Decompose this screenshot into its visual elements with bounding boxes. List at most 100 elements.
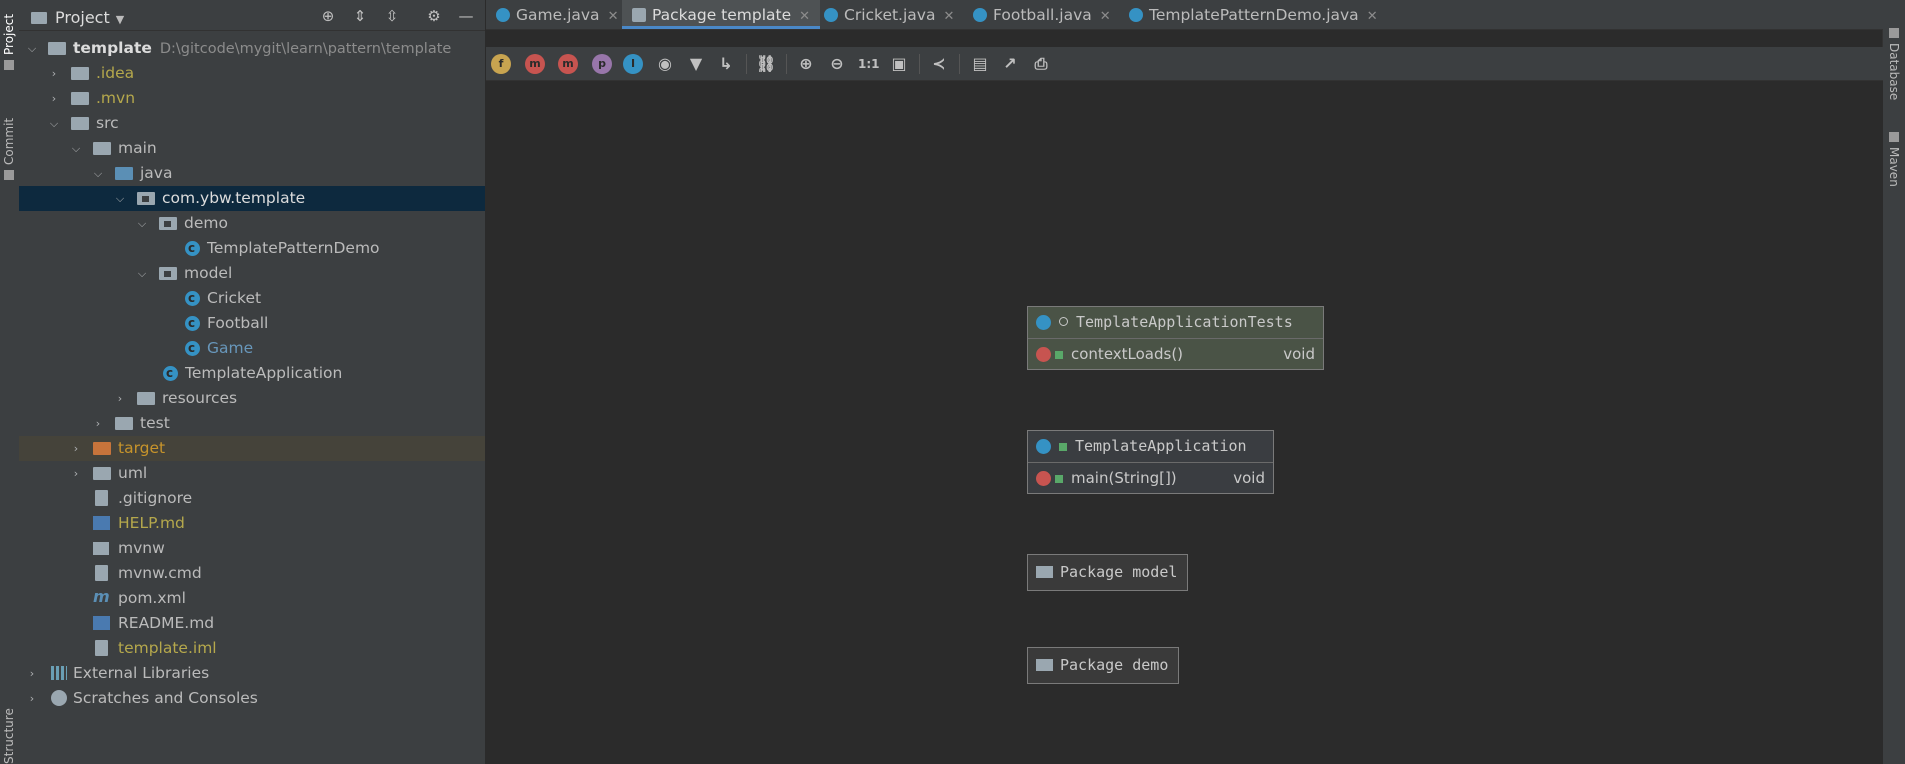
tree-item-resources[interactable]: › resources xyxy=(19,386,485,411)
diagram-canvas[interactable]: TemplateApplicationTests contextLoads() v… xyxy=(486,81,1883,764)
tree-item-templateapplication[interactable]: TemplateApplication xyxy=(19,361,485,386)
structure-tool-tab[interactable]: Structure xyxy=(2,708,16,764)
print-icon[interactable]: ⎙ xyxy=(1031,54,1051,74)
tree-item-main[interactable]: ⌵ main xyxy=(19,136,485,161)
chevron-down-icon[interactable]: ⌵ xyxy=(135,211,149,236)
chevron-right-icon[interactable]: › xyxy=(69,436,83,461)
close-icon[interactable]: ✕ xyxy=(943,9,954,24)
package-icon xyxy=(1036,659,1053,671)
methods-toggle[interactable]: m xyxy=(558,54,578,74)
tree-item-readme-md[interactable]: README.md xyxy=(19,611,485,636)
tree-item-football[interactable]: Football xyxy=(19,311,485,336)
tree-item-template-iml[interactable]: template.iml xyxy=(19,636,485,661)
properties-toggle[interactable]: p xyxy=(592,54,612,74)
tab-football-java[interactable]: Football.java ✕ xyxy=(973,0,1111,29)
source-folder-icon xyxy=(115,167,133,180)
tree-item-templatepatterndemo[interactable]: TemplatePatternDemo xyxy=(19,236,485,261)
layout-icon[interactable]: ≺ xyxy=(929,54,949,74)
actual-size-button[interactable]: 1:1 xyxy=(858,54,880,74)
chevron-down-icon[interactable]: ⌵ xyxy=(135,261,149,286)
constructors-toggle[interactable]: m xyxy=(525,54,545,74)
tree-item-mvn[interactable]: › .mvn xyxy=(19,86,485,111)
chevron-right-icon[interactable]: › xyxy=(69,461,83,486)
tree-item-scratches[interactable]: › Scratches and Consoles xyxy=(19,686,485,711)
chevron-right-icon[interactable]: › xyxy=(25,686,39,711)
tree-item-help-md[interactable]: HELP.md xyxy=(19,511,485,536)
database-tool-tab[interactable]: Database xyxy=(1887,28,1901,100)
tree-item-external-libraries[interactable]: › External Libraries xyxy=(19,661,485,686)
class-icon xyxy=(824,8,838,22)
maven-tool-tab[interactable]: Maven xyxy=(1887,132,1901,187)
tree-item-game[interactable]: Game xyxy=(19,336,485,361)
export-icon[interactable]: ↗ xyxy=(1000,54,1020,74)
collapse-all-icon[interactable]: ⇳ xyxy=(382,6,402,26)
tree-item-target[interactable]: › target xyxy=(19,436,485,461)
method-row[interactable]: main(String[]) void xyxy=(1028,463,1273,493)
close-icon[interactable]: ✕ xyxy=(799,9,810,24)
markdown-file-icon xyxy=(93,616,110,630)
toolbar-separator xyxy=(746,54,747,74)
folder-icon xyxy=(71,92,89,105)
package-node-model[interactable]: Package model xyxy=(1027,554,1189,591)
tree-item-mvnw[interactable]: mvnw xyxy=(19,536,485,561)
project-tool-tab[interactable]: Project xyxy=(2,14,16,70)
chevron-right-icon[interactable]: › xyxy=(47,61,61,86)
tree-item-cricket[interactable]: Cricket xyxy=(19,286,485,311)
commit-tool-tab[interactable]: Commit xyxy=(2,118,16,180)
zoom-out-icon[interactable]: ⊖ xyxy=(827,54,847,74)
diagram-toolbar: f m m p I ◉ ▼ ↳ ⛓ ⊕ ⊖ 1:1 ▣ ≺ ▤ ↗ ⎙ xyxy=(486,47,1883,81)
tree-item-uml[interactable]: › uml xyxy=(19,461,485,486)
filter-icon[interactable]: ▼ xyxy=(686,54,706,74)
zoom-in-icon[interactable]: ⊕ xyxy=(796,54,816,74)
tree-item-test[interactable]: › test xyxy=(19,411,485,436)
tree-item-model[interactable]: ⌵ model xyxy=(19,261,485,286)
chevron-down-icon[interactable]: ⌵ xyxy=(69,136,83,161)
tab-game-java[interactable]: Game.java ✕ xyxy=(496,0,618,29)
chevron-right-icon[interactable]: › xyxy=(47,86,61,111)
tree-item-pom-xml[interactable]: m pom.xml xyxy=(19,586,485,611)
tree-item-demo[interactable]: ⌵ demo xyxy=(19,211,485,236)
eye-icon[interactable]: ◉ xyxy=(655,54,675,74)
chevron-down-icon[interactable]: ⌵ xyxy=(91,161,105,186)
gear-icon[interactable]: ⚙ xyxy=(424,6,444,26)
tree-item-mvnw-cmd[interactable]: mvnw.cmd xyxy=(19,561,485,586)
tree-item-template[interactable]: ⌵ template D:\gitcode\mygit\learn\pattern… xyxy=(19,36,485,61)
fields-toggle[interactable]: f xyxy=(491,54,511,74)
chevron-right-icon[interactable]: › xyxy=(91,411,105,436)
tree-item-label: com.ybw.template xyxy=(162,189,306,207)
project-view-selector[interactable]: Project ▼ xyxy=(31,8,124,27)
folder-icon xyxy=(71,67,89,80)
public-icon xyxy=(1055,351,1063,359)
tree-item-label: target xyxy=(118,439,166,457)
package-node-demo[interactable]: Package demo xyxy=(1027,647,1180,684)
tree-item-idea[interactable]: › .idea xyxy=(19,61,485,86)
tab-package-template[interactable]: Package template ✕ xyxy=(622,0,821,29)
fit-content-icon[interactable]: ▣ xyxy=(889,54,909,74)
close-icon[interactable]: ✕ xyxy=(608,9,619,24)
class-node-templateapplicationtests[interactable]: TemplateApplicationTests contextLoads() v… xyxy=(1027,306,1324,370)
module-file-icon xyxy=(95,640,108,656)
hide-panel-icon[interactable]: — xyxy=(456,6,476,26)
tree-item-java[interactable]: ⌵ java xyxy=(19,161,485,186)
chevron-down-icon[interactable]: ⌵ xyxy=(47,111,61,136)
scratches-icon xyxy=(51,690,67,706)
close-icon[interactable]: ✕ xyxy=(1367,9,1378,24)
locate-icon[interactable]: ⊕ xyxy=(318,6,338,26)
chevron-right-icon[interactable]: › xyxy=(25,661,39,686)
tree-item-com-ybw-template[interactable]: ⌵ com.ybw.template xyxy=(19,186,485,211)
chevron-down-icon[interactable]: ⌵ xyxy=(25,36,39,61)
tab-templatepatterndemo-java[interactable]: TemplatePatternDemo.java ✕ xyxy=(1129,0,1378,29)
close-icon[interactable]: ✕ xyxy=(1100,9,1111,24)
inner-classes-toggle[interactable]: I xyxy=(623,54,643,74)
chevron-down-icon[interactable]: ⌵ xyxy=(113,186,127,211)
tree-item-gitignore[interactable]: .gitignore xyxy=(19,486,485,511)
link-icon[interactable]: ⛓ xyxy=(756,54,776,74)
class-node-templateapplication[interactable]: TemplateApplication main(String[]) void xyxy=(1027,430,1274,494)
save-icon[interactable]: ▤ xyxy=(970,54,990,74)
tree-item-src[interactable]: ⌵ src xyxy=(19,111,485,136)
tab-cricket-java[interactable]: Cricket.java ✕ xyxy=(824,0,954,29)
chevron-right-icon[interactable]: › xyxy=(113,386,127,411)
expand-all-icon[interactable]: ⇕ xyxy=(350,6,370,26)
method-row[interactable]: contextLoads() void xyxy=(1028,339,1323,369)
edge-routing-icon[interactable]: ↳ xyxy=(716,54,736,74)
